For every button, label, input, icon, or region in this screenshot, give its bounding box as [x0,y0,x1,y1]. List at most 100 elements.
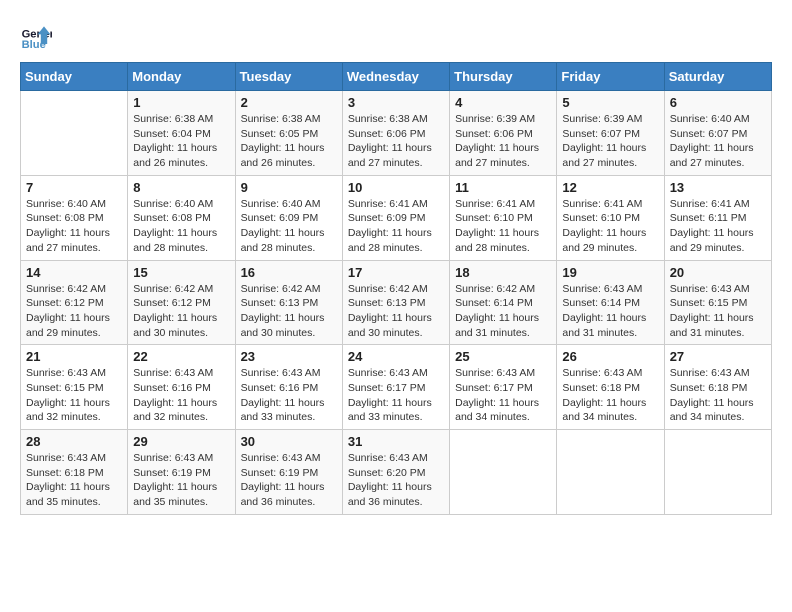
calendar-cell: 19 Sunrise: 6:43 AM Sunset: 6:14 PM Dayli… [557,260,664,345]
calendar-cell [21,91,128,176]
calendar-cell: 3 Sunrise: 6:38 AM Sunset: 6:06 PM Daylig… [342,91,449,176]
logo-icon: General Blue [20,20,52,52]
day-number: 7 [26,180,122,195]
day-number: 18 [455,265,551,280]
day-info: Sunrise: 6:43 AM Sunset: 6:15 PM Dayligh… [26,366,122,425]
day-info: Sunrise: 6:40 AM Sunset: 6:08 PM Dayligh… [26,197,122,256]
day-info: Sunrise: 6:42 AM Sunset: 6:13 PM Dayligh… [348,282,444,341]
calendar-cell: 27 Sunrise: 6:43 AM Sunset: 6:18 PM Dayli… [664,345,771,430]
calendar-cell: 16 Sunrise: 6:42 AM Sunset: 6:13 PM Dayli… [235,260,342,345]
day-number: 1 [133,95,229,110]
day-info: Sunrise: 6:41 AM Sunset: 6:10 PM Dayligh… [455,197,551,256]
day-info: Sunrise: 6:42 AM Sunset: 6:14 PM Dayligh… [455,282,551,341]
calendar-cell [557,430,664,515]
calendar-cell: 31 Sunrise: 6:43 AM Sunset: 6:20 PM Dayli… [342,430,449,515]
day-number: 26 [562,349,658,364]
day-number: 22 [133,349,229,364]
day-info: Sunrise: 6:41 AM Sunset: 6:10 PM Dayligh… [562,197,658,256]
calendar-cell: 9 Sunrise: 6:40 AM Sunset: 6:09 PM Daylig… [235,175,342,260]
day-info: Sunrise: 6:39 AM Sunset: 6:06 PM Dayligh… [455,112,551,171]
calendar-cell: 8 Sunrise: 6:40 AM Sunset: 6:08 PM Daylig… [128,175,235,260]
week-row-2: 7 Sunrise: 6:40 AM Sunset: 6:08 PM Daylig… [21,175,772,260]
day-number: 14 [26,265,122,280]
calendar-cell: 25Sunrise: 6:43 AM Sunset: 6:17 PM Dayli… [450,345,557,430]
day-info: Sunrise: 6:43 AM Sunset: 6:19 PM Dayligh… [133,451,229,510]
calendar-cell: 21 Sunrise: 6:43 AM Sunset: 6:15 PM Dayli… [21,345,128,430]
day-number: 23 [241,349,337,364]
day-info: Sunrise: 6:43 AM Sunset: 6:16 PM Dayligh… [241,366,337,425]
day-number: 15 [133,265,229,280]
day-header-saturday: Saturday [664,63,771,91]
day-number: 19 [562,265,658,280]
day-number: 6 [670,95,766,110]
day-info: Sunrise: 6:43 AM Sunset: 6:18 PM Dayligh… [670,366,766,425]
day-number: 16 [241,265,337,280]
logo: General Blue [20,20,56,52]
calendar-table: SundayMondayTuesdayWednesdayThursdayFrid… [20,62,772,515]
day-number: 13 [670,180,766,195]
calendar-cell: 5Sunrise: 6:39 AM Sunset: 6:07 PM Daylig… [557,91,664,176]
day-info: Sunrise: 6:40 AM Sunset: 6:09 PM Dayligh… [241,197,337,256]
day-info: Sunrise: 6:42 AM Sunset: 6:13 PM Dayligh… [241,282,337,341]
day-info: Sunrise: 6:43 AM Sunset: 6:18 PM Dayligh… [26,451,122,510]
calendar-cell: 13 Sunrise: 6:41 AM Sunset: 6:11 PM Dayli… [664,175,771,260]
day-info: Sunrise: 6:40 AM Sunset: 6:08 PM Dayligh… [133,197,229,256]
day-info: Sunrise: 6:38 AM Sunset: 6:06 PM Dayligh… [348,112,444,171]
day-number: 8 [133,180,229,195]
day-number: 28 [26,434,122,449]
calendar-cell: 1Sunrise: 6:38 AM Sunset: 6:04 PM Daylig… [128,91,235,176]
day-number: 9 [241,180,337,195]
day-info: Sunrise: 6:43 AM Sunset: 6:17 PM Dayligh… [455,366,551,425]
day-number: 27 [670,349,766,364]
day-header-monday: Monday [128,63,235,91]
calendar-cell: 12 Sunrise: 6:41 AM Sunset: 6:10 PM Dayli… [557,175,664,260]
header-row: SundayMondayTuesdayWednesdayThursdayFrid… [21,63,772,91]
calendar-cell: 15 Sunrise: 6:42 AM Sunset: 6:12 PM Dayli… [128,260,235,345]
week-row-4: 21 Sunrise: 6:43 AM Sunset: 6:15 PM Dayli… [21,345,772,430]
week-row-1: 1Sunrise: 6:38 AM Sunset: 6:04 PM Daylig… [21,91,772,176]
day-header-tuesday: Tuesday [235,63,342,91]
day-number: 31 [348,434,444,449]
day-number: 24 [348,349,444,364]
day-info: Sunrise: 6:43 AM Sunset: 6:20 PM Dayligh… [348,451,444,510]
day-info: Sunrise: 6:41 AM Sunset: 6:09 PM Dayligh… [348,197,444,256]
day-number: 11 [455,180,551,195]
day-info: Sunrise: 6:43 AM Sunset: 6:15 PM Dayligh… [670,282,766,341]
calendar-cell: 7 Sunrise: 6:40 AM Sunset: 6:08 PM Daylig… [21,175,128,260]
calendar-cell: 2 Sunrise: 6:38 AM Sunset: 6:05 PM Daylig… [235,91,342,176]
day-number: 17 [348,265,444,280]
day-info: Sunrise: 6:40 AM Sunset: 6:07 PM Dayligh… [670,112,766,171]
day-number: 3 [348,95,444,110]
day-number: 20 [670,265,766,280]
day-header-wednesday: Wednesday [342,63,449,91]
day-number: 2 [241,95,337,110]
day-header-friday: Friday [557,63,664,91]
calendar-cell: 22Sunrise: 6:43 AM Sunset: 6:16 PM Dayli… [128,345,235,430]
calendar-cell: 20 Sunrise: 6:43 AM Sunset: 6:15 PM Dayli… [664,260,771,345]
calendar-cell: 17 Sunrise: 6:42 AM Sunset: 6:13 PM Dayli… [342,260,449,345]
calendar-cell: 28 Sunrise: 6:43 AM Sunset: 6:18 PM Dayli… [21,430,128,515]
day-number: 10 [348,180,444,195]
day-header-sunday: Sunday [21,63,128,91]
calendar-cell: 30Sunrise: 6:43 AM Sunset: 6:19 PM Dayli… [235,430,342,515]
calendar-cell: 26Sunrise: 6:43 AM Sunset: 6:18 PM Dayli… [557,345,664,430]
header: General Blue [20,20,772,52]
day-info: Sunrise: 6:42 AM Sunset: 6:12 PM Dayligh… [26,282,122,341]
day-info: Sunrise: 6:39 AM Sunset: 6:07 PM Dayligh… [562,112,658,171]
calendar-cell: 29Sunrise: 6:43 AM Sunset: 6:19 PM Dayli… [128,430,235,515]
day-info: Sunrise: 6:43 AM Sunset: 6:17 PM Dayligh… [348,366,444,425]
day-info: Sunrise: 6:43 AM Sunset: 6:19 PM Dayligh… [241,451,337,510]
day-info: Sunrise: 6:41 AM Sunset: 6:11 PM Dayligh… [670,197,766,256]
week-row-5: 28 Sunrise: 6:43 AM Sunset: 6:18 PM Dayli… [21,430,772,515]
day-number: 21 [26,349,122,364]
calendar-cell: 4 Sunrise: 6:39 AM Sunset: 6:06 PM Daylig… [450,91,557,176]
calendar-cell [450,430,557,515]
day-number: 12 [562,180,658,195]
day-info: Sunrise: 6:38 AM Sunset: 6:05 PM Dayligh… [241,112,337,171]
day-info: Sunrise: 6:43 AM Sunset: 6:14 PM Dayligh… [562,282,658,341]
week-row-3: 14 Sunrise: 6:42 AM Sunset: 6:12 PM Dayli… [21,260,772,345]
calendar-cell: 23 Sunrise: 6:43 AM Sunset: 6:16 PM Dayli… [235,345,342,430]
day-number: 4 [455,95,551,110]
day-info: Sunrise: 6:42 AM Sunset: 6:12 PM Dayligh… [133,282,229,341]
calendar-cell: 11 Sunrise: 6:41 AM Sunset: 6:10 PM Dayli… [450,175,557,260]
